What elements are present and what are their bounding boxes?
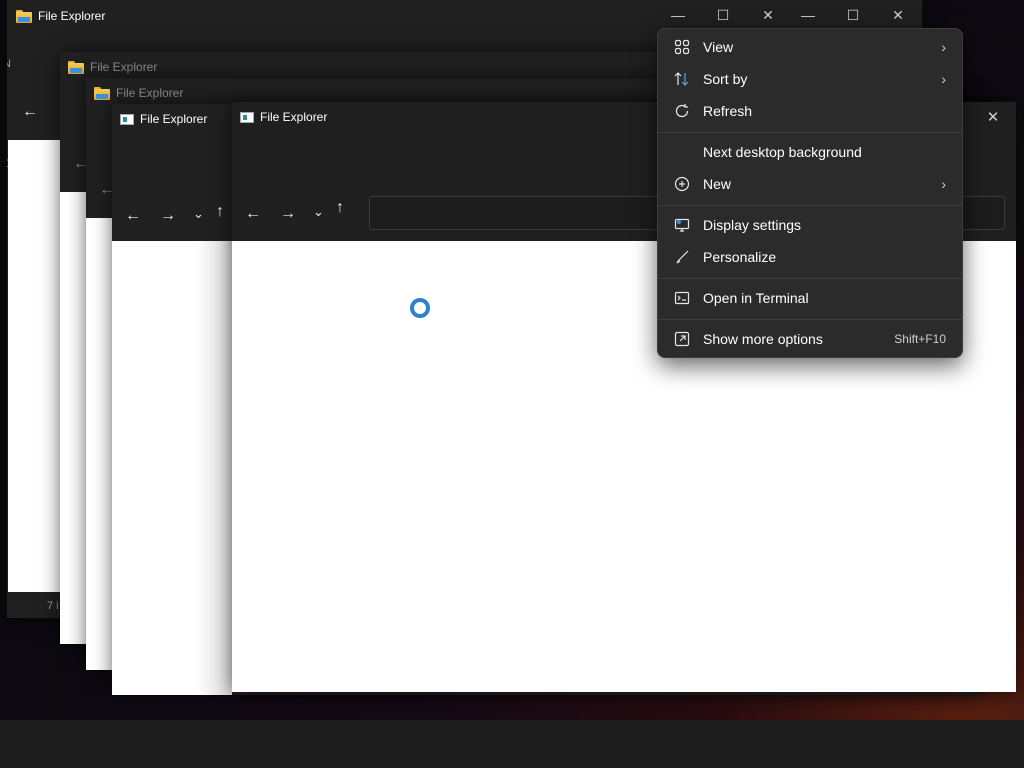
maximize-button[interactable]: ☐ <box>830 7 876 24</box>
window-title: File Explorer <box>240 110 327 124</box>
menu-item-view[interactable]: View › <box>662 32 958 62</box>
close-button[interactable]: ✕ <box>970 108 1016 126</box>
content-area <box>8 140 60 592</box>
terminal-icon <box>673 289 691 307</box>
forward-button[interactable]: → <box>280 206 296 222</box>
menu-item-new[interactable]: New › <box>662 169 958 199</box>
menu-item-label: New <box>703 176 732 192</box>
keyboard-shortcut: Shift+F10 <box>894 332 946 346</box>
menu-separator <box>658 132 962 133</box>
recent-locations-button[interactable]: ⌄ <box>313 204 324 220</box>
menu-item-label: Show more options <box>703 331 823 347</box>
app-icon <box>120 113 134 125</box>
menu-item-show-more-options[interactable]: Show more options Shift+F10 <box>662 324 958 354</box>
window-title: File Explorer <box>120 112 207 126</box>
folder-icon <box>94 86 110 100</box>
back-button[interactable]: ← <box>125 208 141 224</box>
menu-item-label: Refresh <box>703 103 753 119</box>
menu-item-next-desktop-background[interactable]: Next desktop background <box>662 137 958 167</box>
recent-locations-button[interactable]: ⌄ <box>193 206 204 222</box>
up-button[interactable]: ↑ <box>336 200 344 216</box>
menu-separator <box>658 205 962 206</box>
minimize-button[interactable]: — <box>785 7 831 23</box>
chevron-right-icon: › <box>941 39 946 55</box>
content-area <box>112 241 232 695</box>
window-title: File Explorer <box>68 60 157 74</box>
desktop-context-menu: View › Sort by › Refresh Next desktop ba… <box>657 28 963 358</box>
menu-item-display-settings[interactable]: Display settings <box>662 210 958 240</box>
menu-separator <box>658 319 962 320</box>
app-icon <box>240 111 254 123</box>
window-title-text: File Explorer <box>140 112 208 126</box>
menu-separator <box>658 278 962 279</box>
menu-item-refresh[interactable]: Refresh <box>662 96 958 126</box>
close-button[interactable]: ✕ <box>875 7 921 24</box>
menu-item-label: View <box>703 39 734 55</box>
taskbar <box>0 720 1024 768</box>
back-button[interactable]: ← <box>22 104 38 120</box>
menu-item-label: Open in Terminal <box>703 290 809 306</box>
forward-button[interactable]: → <box>160 208 176 224</box>
menu-item-open-in-terminal[interactable]: Open in Terminal <box>662 283 958 313</box>
side-letter: N <box>7 58 11 70</box>
menu-item-label: Display settings <box>703 217 802 233</box>
refresh-icon <box>673 102 691 120</box>
menu-item-label: Personalize <box>703 249 777 265</box>
loading-spinner-icon <box>410 298 430 318</box>
chevron-right-icon: › <box>941 71 946 87</box>
menu-item-label: Sort by <box>703 71 748 87</box>
up-button[interactable]: ↑ <box>216 204 224 220</box>
window-title-text: File Explorer <box>116 86 184 100</box>
chevron-right-icon: › <box>941 176 946 192</box>
maximize-button[interactable]: ☐ <box>700 7 746 24</box>
back-button[interactable]: ← <box>245 206 261 222</box>
folder-icon <box>68 60 84 74</box>
display-icon <box>673 216 691 234</box>
sort-icon <box>673 70 691 88</box>
minimize-button[interactable]: — <box>655 7 701 23</box>
plus-circle-icon <box>673 175 691 193</box>
status-bar-text: 7 i <box>47 600 59 612</box>
window-title-text: File Explorer <box>260 110 328 124</box>
menu-item-label: Next desktop background <box>703 144 862 160</box>
window-title-text: File Explorer <box>38 9 106 23</box>
folder-icon <box>16 9 32 23</box>
window-title-text: File Explorer <box>90 60 158 74</box>
window-title: File Explorer <box>94 86 183 100</box>
window-title: File Explorer <box>16 9 105 23</box>
grid-icon <box>673 38 691 56</box>
menu-item-sort-by[interactable]: Sort by › <box>662 64 958 94</box>
menu-item-personalize[interactable]: Personalize <box>662 242 958 272</box>
brush-icon <box>673 248 691 266</box>
share-icon <box>673 330 691 348</box>
